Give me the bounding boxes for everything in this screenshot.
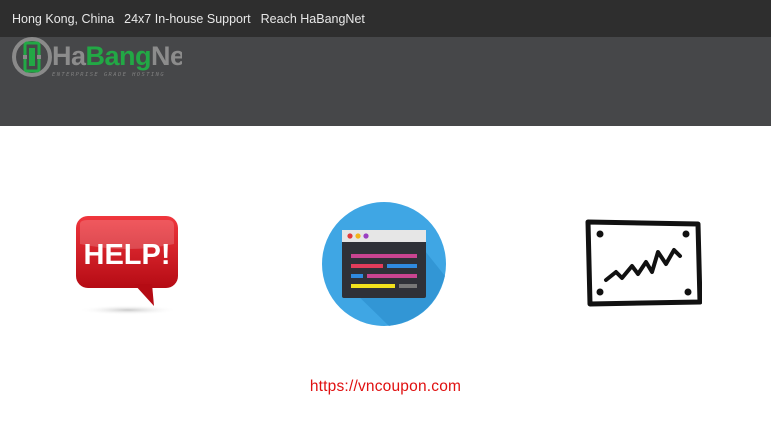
topbar-link-support[interactable]: 24x7 In-house Support bbox=[124, 12, 250, 26]
help-speech-bubble-icon: HELP! bbox=[74, 214, 182, 316]
topbar-link-location[interactable]: Hong Kong, China bbox=[12, 12, 114, 26]
help-text: HELP! bbox=[84, 239, 171, 271]
logo-text-bang: Bang bbox=[86, 41, 152, 71]
habangnet-logo[interactable]: HaBangNet bbox=[12, 27, 182, 89]
logo-text-net: Net bbox=[151, 41, 182, 71]
logo-tagline: ENTERPRISE GRADE HOSTING bbox=[52, 72, 166, 78]
code-editor-icon bbox=[321, 201, 447, 327]
line-chart-icon bbox=[582, 216, 703, 308]
svg-text:HaBangNet: HaBangNet bbox=[52, 41, 182, 71]
logo-text-ha: Ha bbox=[52, 41, 87, 71]
watermark-url[interactable]: https://vncoupon.com bbox=[0, 378, 771, 396]
topbar-link-reach[interactable]: Reach HaBangNet bbox=[261, 12, 365, 26]
